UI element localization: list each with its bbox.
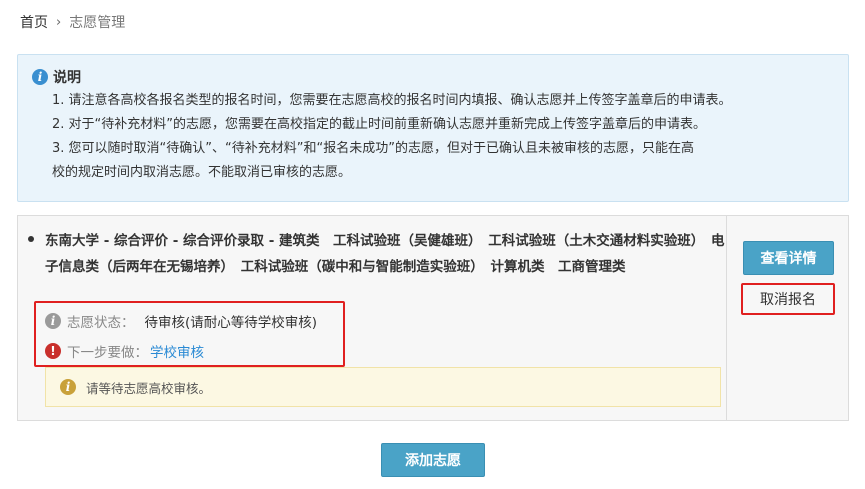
notice-line-1: 1. 请注意各高校各报名类型的报名时间，您需要在志愿高校的报名时间内填报、确认志…: [52, 93, 732, 108]
tip-text: 请等待志愿高校审核。: [86, 380, 212, 396]
breadcrumb: 首页 › 志愿管理: [20, 12, 125, 32]
status-highlight-box: [34, 301, 345, 367]
application-card: 东南大学 - 综合评价 - 综合评价录取 - 建筑类 工科试验班（吴健雄班） 工…: [17, 215, 849, 421]
notice-header: i 说明: [32, 67, 834, 87]
tip-banner: i 请等待志愿高校审核。: [45, 367, 721, 407]
breadcrumb-separator-icon: ›: [56, 14, 62, 30]
view-details-button[interactable]: 查看详情: [743, 241, 834, 275]
notice-line-4: 校的规定时间内取消志愿。不能取消已审核的志愿。: [52, 165, 352, 180]
tip-info-icon: i: [60, 379, 76, 395]
notice-title: 说明: [53, 70, 81, 86]
notice-panel: i 说明 1. 请注意各高校各报名类型的报名时间，您需要在志愿高校的报名时间内填…: [17, 54, 849, 202]
notice-line-3: 3. 您可以随时取消“待确认”、“待补充材料”和“报名未成功”的志愿，但对于已确…: [52, 141, 694, 156]
add-application-button[interactable]: 添加志愿: [381, 443, 485, 477]
bullet-icon: [28, 236, 34, 242]
breadcrumb-home[interactable]: 首页: [20, 12, 48, 32]
application-actions: 查看详情 取消报名: [728, 216, 848, 420]
notice-body: 1. 请注意各高校各报名类型的报名时间，您需要在志愿高校的报名时间内填报、确认志…: [32, 89, 834, 185]
info-icon: i: [32, 69, 48, 85]
program-name: 东南大学 - 综合评价 - 综合评价录取 - 建筑类 工科试验班（吴健雄班） 工…: [45, 233, 725, 275]
notice-line-2: 2. 对于“待补充材料”的志愿，您需要在高校指定的截止时间前重新确认志愿并重新完…: [52, 117, 707, 132]
application-main: 东南大学 - 综合评价 - 综合评价录取 - 建筑类 工科试验班（吴健雄班） 工…: [18, 216, 727, 420]
breadcrumb-current: 志愿管理: [69, 15, 126, 31]
cancel-registration-button[interactable]: 取消报名: [741, 283, 835, 315]
